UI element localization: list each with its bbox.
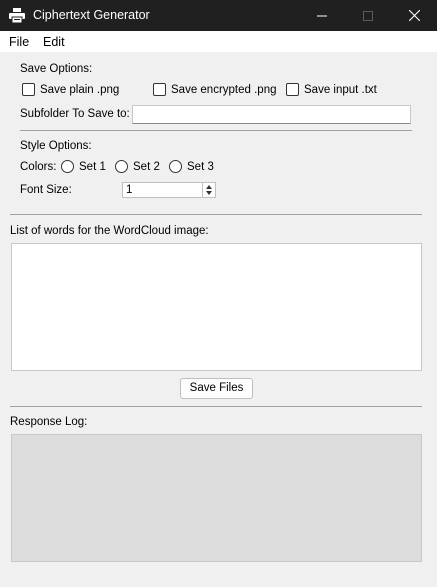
style-options-heading: Style Options: <box>20 140 92 152</box>
color-set-3-label: Set 3 <box>187 160 214 173</box>
divider <box>20 130 412 131</box>
spin-up-icon[interactable] <box>206 185 212 189</box>
colors-label: Colors: <box>20 161 57 173</box>
maximize-button[interactable] <box>345 0 391 31</box>
save-encrypted-checkbox[interactable]: Save encrypted .png <box>153 83 277 96</box>
menu-edit[interactable]: Edit <box>43 35 65 49</box>
save-plain-label: Save plain .png <box>40 83 120 96</box>
printer-icon <box>9 8 25 23</box>
minimize-icon <box>317 15 327 16</box>
title-bar: Ciphertext Generator <box>0 0 437 31</box>
save-input-checkbox[interactable]: Save input .txt <box>286 83 377 96</box>
spin-arrows[interactable] <box>202 183 215 197</box>
subfolder-label: Subfolder To Save to: <box>20 108 130 120</box>
window-title: Ciphertext Generator <box>33 8 150 22</box>
color-set-1-label: Set 1 <box>79 160 106 173</box>
minimize-button[interactable] <box>299 0 345 31</box>
response-log-area[interactable] <box>11 434 422 562</box>
color-set-2-radio[interactable]: Set 2 <box>115 160 160 173</box>
wordlist-textarea[interactable] <box>11 243 422 371</box>
checkbox-box <box>153 83 166 96</box>
divider <box>10 406 422 407</box>
save-files-button[interactable]: Save Files <box>180 378 253 399</box>
color-set-3-radio[interactable]: Set 3 <box>169 160 214 173</box>
font-size-value: 1 <box>126 184 133 196</box>
save-input-label: Save input .txt <box>304 83 377 96</box>
divider <box>10 214 422 215</box>
menu-file[interactable]: File <box>9 35 29 49</box>
font-size-spinbox[interactable]: 1 <box>122 182 216 198</box>
color-set-1-radio[interactable]: Set 1 <box>61 160 106 173</box>
menu-bar: File Edit <box>0 31 437 52</box>
close-button[interactable] <box>391 0 437 31</box>
maximize-icon <box>363 10 373 21</box>
subfolder-input[interactable] <box>132 105 411 124</box>
radio-circle <box>115 160 128 173</box>
color-set-2-label: Set 2 <box>133 160 160 173</box>
font-size-label: Font Size: <box>20 184 72 196</box>
checkbox-box <box>286 83 299 96</box>
save-plain-checkbox[interactable]: Save plain .png <box>22 83 119 96</box>
close-icon <box>408 10 420 21</box>
radio-circle <box>169 160 182 173</box>
radio-circle <box>61 160 74 173</box>
spin-down-icon[interactable] <box>206 191 212 195</box>
wordlist-label: List of words for the WordCloud image: <box>10 225 209 237</box>
checkbox-box <box>22 83 35 96</box>
save-encrypted-label: Save encrypted .png <box>171 83 277 96</box>
save-options-heading: Save Options: <box>20 63 93 75</box>
response-log-label: Response Log: <box>10 416 88 428</box>
